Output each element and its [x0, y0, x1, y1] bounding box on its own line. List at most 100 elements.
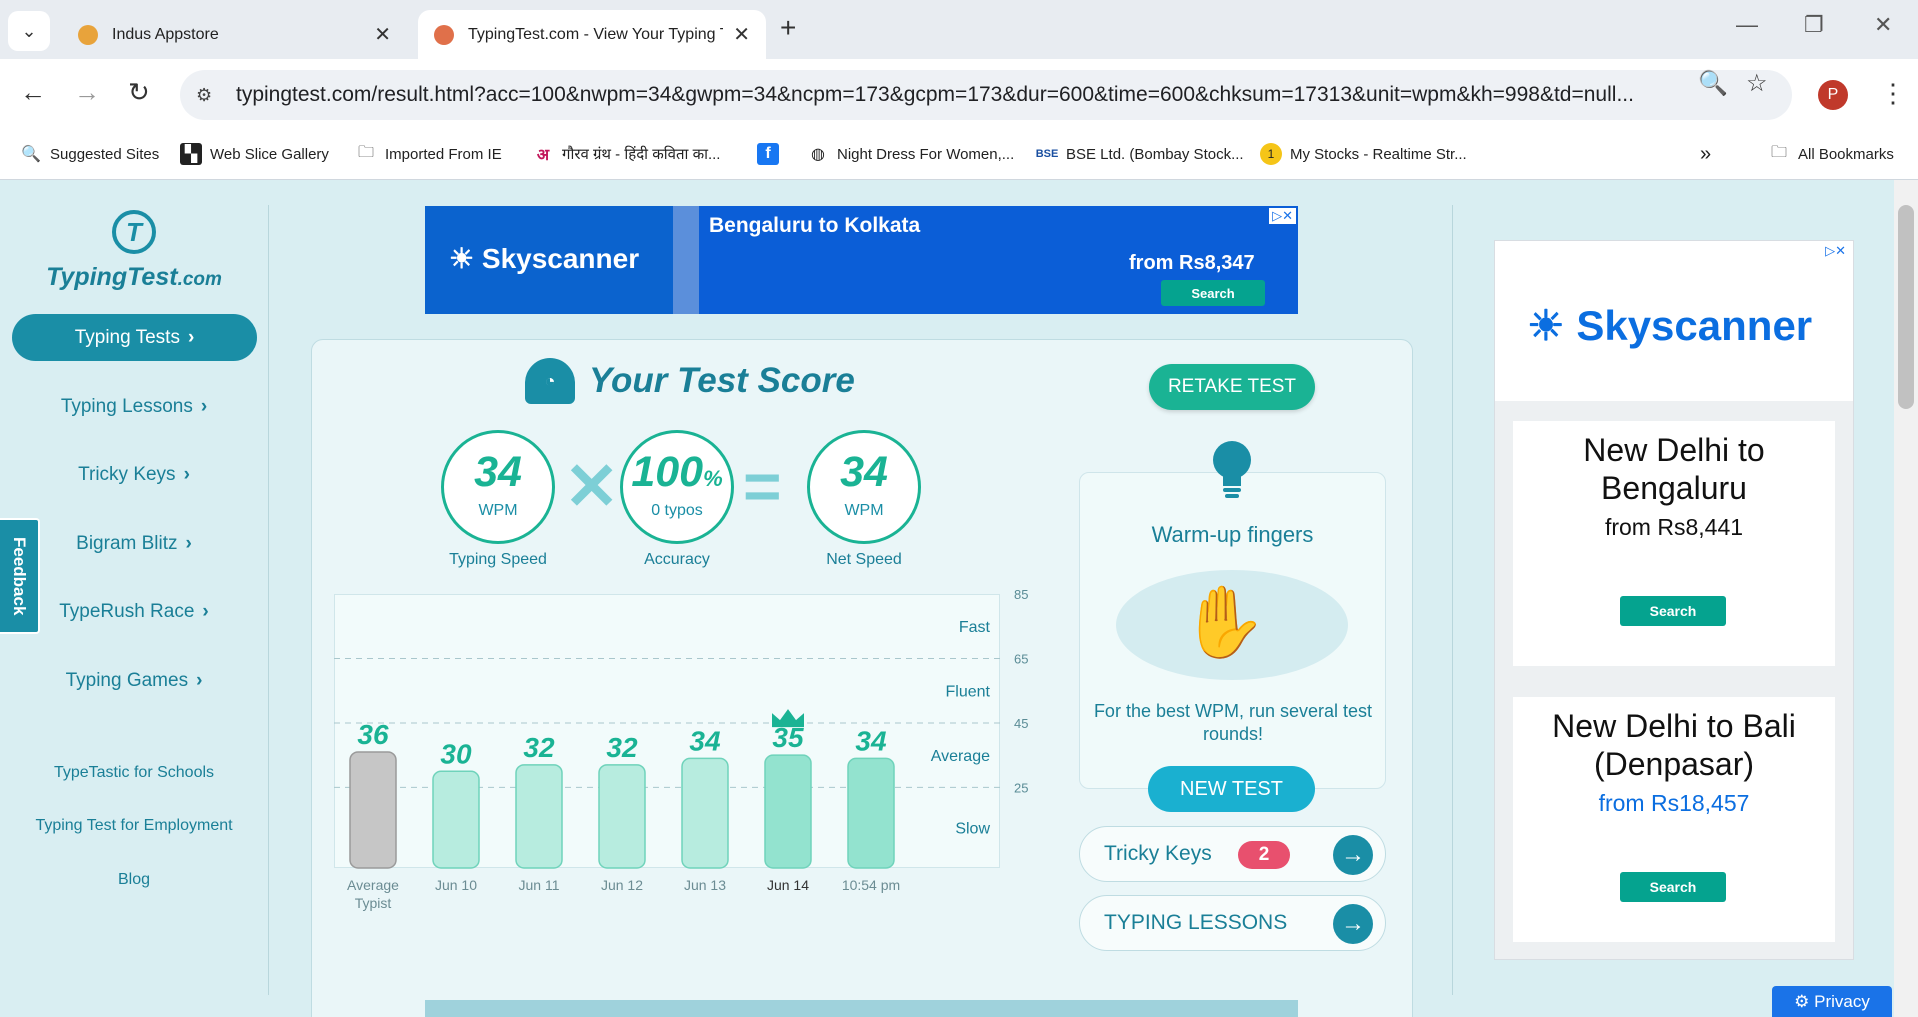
- nav-typing-games[interactable]: Typing Games ›: [0, 670, 268, 692]
- link-blog[interactable]: Blog: [0, 871, 268, 889]
- hindi-site-icon: अ: [536, 147, 550, 164]
- ad-brand-label: Skyscanner: [1576, 302, 1813, 349]
- ad-brand: ☀ Skyscanner: [1527, 302, 1813, 349]
- bookmark-web-slice-gallery[interactable]: ▚ Web Slice Gallery: [180, 143, 329, 165]
- site-info-icon[interactable]: ⚙: [196, 85, 226, 106]
- chevron-right-icon: ›: [185, 533, 192, 554]
- adchoices-icon[interactable]: ▷✕: [1822, 243, 1849, 259]
- bookmark-all-bookmarks[interactable]: 🗀 All Bookmarks: [1768, 143, 1894, 165]
- ad-search-button[interactable]: Search: [1620, 872, 1726, 902]
- nav-typing-tests[interactable]: Typing Tests ›: [12, 314, 257, 361]
- tricky-keys-link[interactable]: Tricky Keys 2 →: [1079, 826, 1386, 882]
- typing-speed-value: 34: [474, 448, 522, 496]
- link-typing-test-employment[interactable]: Typing Test for Employment: [0, 817, 268, 835]
- scrollbar-thumb[interactable]: [1898, 205, 1914, 409]
- ad-search-button[interactable]: Search: [1620, 596, 1726, 626]
- globe-icon: ◍: [811, 146, 825, 163]
- search-icon: 🔍: [21, 146, 41, 163]
- accuracy-percent-sign: %: [703, 466, 723, 491]
- y-tick-label: 65: [1014, 651, 1028, 666]
- arrow-right-icon[interactable]: →: [1333, 904, 1373, 944]
- chevron-right-icon: ›: [202, 601, 209, 622]
- nav-typing-lessons[interactable]: Typing Lessons ›: [0, 396, 268, 418]
- new-tab-button[interactable]: +: [780, 12, 796, 44]
- privacy-button[interactable]: ⚙ Privacy: [1772, 986, 1892, 1017]
- crown-icon: [772, 709, 804, 728]
- bookmark-label: My Stocks - Realtime Str...: [1290, 145, 1467, 163]
- nav-tricky-keys[interactable]: Tricky Keys ›: [0, 464, 268, 486]
- net-speed-label: Net Speed: [826, 551, 902, 568]
- nav-bigram-blitz[interactable]: Bigram Blitz ›: [0, 533, 268, 555]
- content-divider: [1452, 205, 1453, 995]
- feedback-tab[interactable]: Feedback: [0, 518, 40, 634]
- arrow-right-icon[interactable]: →: [1333, 835, 1373, 875]
- net-speed-unit: WPM: [844, 502, 884, 519]
- bookmark-imported-from-ie[interactable]: 🗀 Imported From IE: [355, 143, 502, 165]
- close-window-icon[interactable]: ✕: [1874, 12, 1892, 38]
- address-bar[interactable]: ⚙ typingtest.com/result.html?acc=100&nwp…: [180, 70, 1792, 120]
- warmup-title: Warm-up fingers: [1151, 522, 1314, 547]
- ad-offer-card[interactable]: New Delhi to Bengaluru from Rs8,441 Sear…: [1513, 421, 1835, 666]
- back-icon[interactable]: ←: [20, 77, 46, 108]
- nav-typerush-race[interactable]: TypeRush Race ›: [0, 601, 268, 623]
- indus-favicon-icon: [78, 24, 98, 45]
- bookmark-label: Web Slice Gallery: [210, 145, 329, 163]
- close-tab-icon[interactable]: ✕: [733, 22, 750, 47]
- ad-banner-right[interactable]: ☀ Skyscanner ▷✕ New Delhi to Bengaluru f…: [1494, 240, 1854, 960]
- warmup-text: For the best WPM, run several test round…: [1093, 701, 1373, 745]
- forward-icon[interactable]: →: [74, 77, 100, 108]
- nav-label: Bigram Blitz: [76, 533, 178, 554]
- ad-banner-top[interactable]: ☀ Skyscanner Bengaluru to Kolkata from R…: [425, 206, 1298, 314]
- net-speed-circle: 34 WPM: [807, 430, 921, 544]
- retake-test-button[interactable]: RETAKE TEST: [1149, 364, 1315, 410]
- bar: [515, 764, 563, 869]
- bookmark-star-icon[interactable]: ☆: [1746, 69, 1768, 98]
- bookmark-label: Night Dress For Women,...: [837, 145, 1015, 163]
- bookmark-suggested-sites[interactable]: 🔍 Suggested Sites: [20, 143, 159, 165]
- bookmark-label: All Bookmarks: [1798, 145, 1894, 163]
- ad-banner-bottom[interactable]: [425, 1000, 1298, 1017]
- url-text[interactable]: typingtest.com/result.html?acc=100&nwpm=…: [236, 83, 1736, 107]
- profile-avatar[interactable]: P: [1818, 80, 1848, 110]
- ad-offer-destination: New Delhi to Bengaluru: [1583, 432, 1765, 507]
- bookmark-label: BSE Ltd. (Bombay Stock...: [1066, 145, 1244, 163]
- restore-icon[interactable]: ❐: [1804, 12, 1824, 38]
- chevron-right-icon: ›: [187, 326, 195, 348]
- sidebar: [0, 180, 268, 1017]
- bookmark-bse[interactable]: BSE BSE Ltd. (Bombay Stock...: [1036, 143, 1244, 165]
- bar: [598, 764, 646, 869]
- minimize-icon[interactable]: —: [1736, 12, 1758, 38]
- bar-value-label: 34: [855, 725, 887, 756]
- x-category-label: Jun 12: [601, 877, 643, 893]
- zoom-icon[interactable]: 🔍: [1698, 69, 1728, 98]
- x-category-label: Jun 13: [684, 877, 726, 893]
- browser-menu-icon[interactable]: ⋮: [1880, 78, 1906, 109]
- x-category-label: Jun 14: [767, 877, 809, 893]
- typing-speed-circle: 34 WPM: [441, 430, 555, 544]
- folder-icon: 🗀: [357, 143, 374, 161]
- link-typetastic-schools[interactable]: TypeTastic for Schools: [0, 764, 268, 782]
- score-title-text: Your Test Score: [589, 361, 855, 400]
- band-label: Slow: [955, 821, 990, 838]
- bookmark-facebook[interactable]: f: [757, 143, 787, 165]
- typing-lessons-link[interactable]: TYPING LESSONS →: [1079, 895, 1386, 951]
- ad-brand-label: Skyscanner: [481, 243, 640, 274]
- bar-value-label: 32: [523, 732, 555, 763]
- bookmark-my-stocks[interactable]: 1 My Stocks - Realtime Str...: [1260, 143, 1467, 165]
- typingtest-logo-icon[interactable]: T: [112, 210, 156, 254]
- more-bookmarks-icon[interactable]: »: [1700, 143, 1711, 166]
- site-logo[interactable]: TypingTest.com: [0, 263, 268, 292]
- tab-indus-appstore[interactable]: Indus Appstore ✕: [62, 10, 407, 59]
- bookmark-night-dress[interactable]: ◍ Night Dress For Women,...: [807, 143, 1014, 165]
- ad-offer-card[interactable]: New Delhi to Bali (Denpasar) from Rs18,4…: [1513, 697, 1835, 942]
- y-tick-label: 25: [1014, 780, 1028, 795]
- tab-search-button[interactable]: ⌄: [8, 11, 50, 51]
- ad-brand: ☀ Skyscanner: [449, 243, 640, 274]
- tab-typingtest[interactable]: TypingTest.com - View Your Typing Te ✕: [418, 10, 766, 59]
- new-test-button[interactable]: NEW TEST: [1148, 766, 1315, 812]
- adchoices-icon[interactable]: ▷✕: [1269, 208, 1296, 224]
- bookmark-hindi-kavita[interactable]: अ गौरव ग्रंथ - हिंदी कविता का...: [532, 143, 721, 165]
- ad-search-button[interactable]: Search: [1161, 280, 1265, 306]
- close-tab-icon[interactable]: ✕: [374, 22, 391, 47]
- reload-icon[interactable]: ↻: [128, 77, 150, 108]
